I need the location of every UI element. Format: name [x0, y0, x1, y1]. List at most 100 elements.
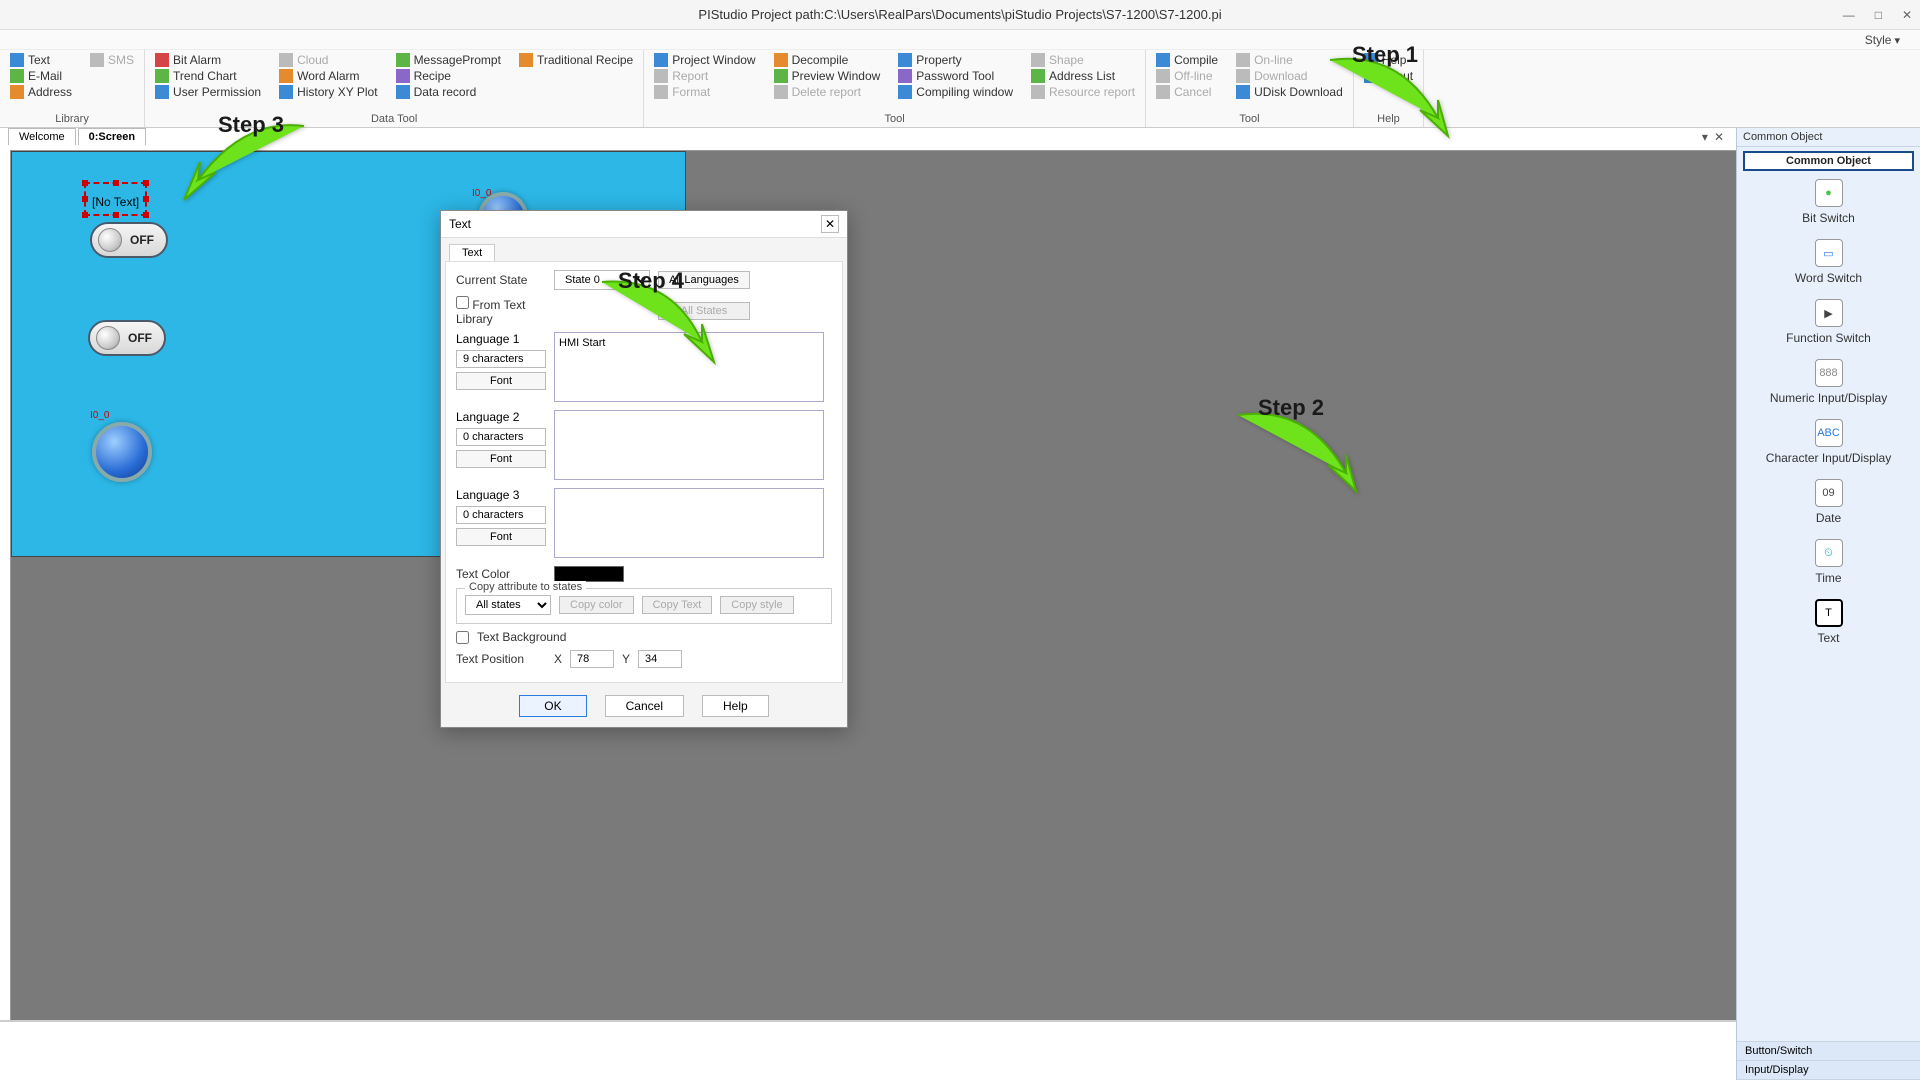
all-languages-button[interactable]: All Languages: [658, 271, 750, 289]
current-state-label: Current State: [456, 273, 546, 287]
text-color-picker[interactable]: [554, 566, 624, 582]
style-menu[interactable]: Style ▾: [0, 30, 1920, 50]
object-palette: ●Bit Switch ▭Word Switch ▶Function Switch 8…: [1737, 171, 1920, 1041]
ribbon-icon: [774, 53, 788, 67]
ribbon-icon: [90, 53, 104, 67]
right-panel-category[interactable]: Common Object: [1743, 151, 1914, 171]
ribbon-udisk-download[interactable]: UDisk Download: [1232, 84, 1347, 100]
ribbon-text[interactable]: Text: [6, 52, 76, 68]
ribbon-group-label: Library: [6, 113, 138, 125]
copy-style-button[interactable]: Copy style: [720, 596, 793, 614]
ribbon-user-permission[interactable]: User Permission: [151, 84, 265, 100]
ribbon-address-list[interactable]: Address List: [1027, 68, 1139, 84]
palette-date[interactable]: 09Date: [1737, 479, 1920, 525]
ribbon-history-xy-plot[interactable]: History XY Plot: [275, 84, 381, 100]
palette-bit-switch[interactable]: ●Bit Switch: [1737, 179, 1920, 225]
tabstrip-dropdown-icon[interactable]: ▾: [1702, 130, 1708, 144]
copy-states-select[interactable]: All states: [465, 595, 551, 615]
ribbon-help[interactable]: Help: [1360, 52, 1417, 68]
ribbon-messageprompt[interactable]: MessagePrompt: [392, 52, 505, 68]
palette-category-button-switch[interactable]: Button/Switch: [1737, 1042, 1920, 1061]
ribbon-icon: [1364, 69, 1378, 83]
from-text-library-checkbox[interactable]: [456, 296, 469, 309]
ribbon-about[interactable]: About: [1360, 68, 1417, 84]
object-addr-label: I0_0: [90, 410, 109, 421]
palette-icon: ABC: [1815, 419, 1843, 447]
ribbon-compiling-window[interactable]: Compiling window: [894, 84, 1017, 100]
ribbon-traditional-recipe[interactable]: Traditional Recipe: [515, 52, 637, 68]
ribbon-preview-window[interactable]: Preview Window: [770, 68, 885, 84]
ribbon-icon: [1156, 53, 1170, 67]
ribbon-project-window[interactable]: Project Window: [650, 52, 759, 68]
copy-color-button[interactable]: Copy color: [559, 596, 634, 614]
language-1-text[interactable]: HMI Start: [554, 332, 824, 402]
language-2-chars: [456, 428, 546, 446]
bit-switch-off-2[interactable]: OFF: [88, 320, 166, 356]
ribbon-bit-alarm[interactable]: Bit Alarm: [151, 52, 265, 68]
cancel-button[interactable]: Cancel: [605, 695, 684, 717]
tab-welcome[interactable]: Welcome: [8, 128, 76, 145]
ribbon-property[interactable]: Property: [894, 52, 1017, 68]
ribbon-e-mail[interactable]: E-Mail: [6, 68, 76, 84]
font-button-2[interactable]: Font: [456, 450, 546, 468]
font-button-1[interactable]: Font: [456, 372, 546, 390]
all-states-button[interactable]: All States: [658, 302, 750, 320]
palette-time[interactable]: ⏲Time: [1737, 539, 1920, 585]
output-pane: [0, 1020, 1736, 1080]
maximize-icon[interactable]: □: [1875, 8, 1882, 22]
palette-category-input-display[interactable]: Input/Display: [1737, 1061, 1920, 1080]
ribbon-icon: [10, 85, 24, 99]
palette-word-switch[interactable]: ▭Word Switch: [1737, 239, 1920, 285]
ribbon-icon: [1236, 69, 1250, 83]
ribbon-data-record[interactable]: Data record: [392, 84, 505, 100]
palette-character-input-display[interactable]: ABCCharacter Input/Display: [1737, 419, 1920, 465]
palette-function-switch[interactable]: ▶Function Switch: [1737, 299, 1920, 345]
ribbon-group-label: Data Tool: [151, 113, 637, 125]
minimize-icon[interactable]: —: [1843, 8, 1855, 22]
object-addr-label: I0_0: [472, 188, 491, 199]
palette-icon: T: [1815, 599, 1843, 627]
tabstrip-close-icon[interactable]: ✕: [1714, 130, 1724, 144]
current-state-select[interactable]: State 0: [554, 270, 650, 290]
dialog-close-icon[interactable]: ✕: [821, 215, 839, 233]
bit-switch-off-1[interactable]: OFF: [90, 222, 168, 258]
canvas-viewport[interactable]: [No Text] OFF OFF I0_0 I0_0: [10, 150, 1920, 1080]
text-pos-y[interactable]: [638, 650, 682, 668]
copy-text-button[interactable]: Copy Text: [642, 596, 713, 614]
ribbon-icon: [1031, 69, 1045, 83]
ribbon-word-alarm[interactable]: Word Alarm: [275, 68, 381, 84]
ribbon-address[interactable]: Address: [6, 84, 76, 100]
text-background-checkbox[interactable]: [456, 631, 469, 644]
app-title: PIStudio Project path:C:\Users\RealPars\…: [698, 7, 1221, 22]
ribbon-password-tool[interactable]: Password Tool: [894, 68, 1017, 84]
ribbon-icon: [10, 69, 24, 83]
ribbon-compile[interactable]: Compile: [1152, 52, 1222, 68]
ribbon-resource-report: Resource report: [1027, 84, 1139, 100]
language-1-label: Language 1: [456, 332, 546, 346]
ribbon-icon: [155, 85, 169, 99]
ribbon-icon: [519, 53, 533, 67]
ribbon-icon: [1236, 53, 1250, 67]
round-indicator-1[interactable]: [92, 422, 152, 482]
ribbon-trend-chart[interactable]: Trend Chart: [151, 68, 265, 84]
palette-numeric-input-display[interactable]: 888Numeric Input/Display: [1737, 359, 1920, 405]
ok-button[interactable]: OK: [519, 695, 586, 717]
language-3-text[interactable]: [554, 488, 824, 558]
ribbon-group-label: Help: [1360, 113, 1417, 125]
ribbon-on-line: On-line: [1232, 52, 1347, 68]
ribbon-recipe[interactable]: Recipe: [392, 68, 505, 84]
language-3-label: Language 3: [456, 488, 546, 502]
text-object-placeholder[interactable]: [No Text]: [84, 182, 147, 216]
dialog-tab-text[interactable]: Text: [449, 244, 495, 261]
close-icon[interactable]: ✕: [1902, 8, 1912, 22]
tab-screen[interactable]: 0:Screen: [78, 128, 146, 145]
help-button[interactable]: Help: [702, 695, 769, 717]
ribbon-decompile[interactable]: Decompile: [770, 52, 885, 68]
text-color-label: Text Color: [456, 567, 546, 581]
text-pos-x[interactable]: [570, 650, 614, 668]
ribbon-icon: [279, 69, 293, 83]
font-button-3[interactable]: Font: [456, 528, 546, 546]
language-2-text[interactable]: [554, 410, 824, 480]
text-properties-dialog: Text ✕ Text Current State State 0 All La…: [440, 210, 848, 728]
palette-text[interactable]: TText: [1737, 599, 1920, 645]
